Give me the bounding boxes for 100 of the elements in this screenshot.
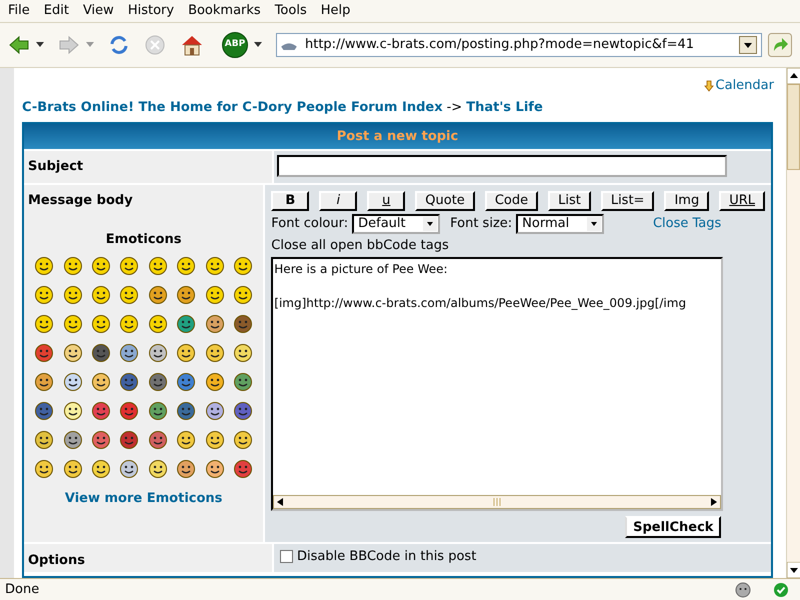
forum-index-link[interactable]: C-Brats Online! The Home for C-Dory People Forum Index: [22, 98, 443, 117]
emoticon-icon[interactable]: [119, 372, 140, 392]
subject-field[interactable]: [277, 155, 727, 177]
emoticon-icon[interactable]: [233, 458, 254, 478]
scroll-thumb[interactable]: [787, 84, 800, 170]
emoticon-icon[interactable]: [119, 430, 140, 450]
emoticon-icon[interactable]: [62, 400, 83, 420]
emoticon-icon[interactable]: [204, 372, 225, 392]
emoticon-icon[interactable]: [62, 430, 83, 450]
bbcode-button[interactable]: List: [548, 190, 591, 210]
emoticon-icon[interactable]: [91, 284, 112, 304]
emoticon-icon[interactable]: [176, 284, 196, 304]
bbcode-button[interactable]: Img: [664, 190, 710, 210]
bbcode-button[interactable]: Code: [484, 190, 538, 210]
emoticon-icon[interactable]: [91, 400, 112, 420]
emoticon-icon[interactable]: [233, 314, 254, 334]
emoticon-icon[interactable]: [176, 458, 196, 478]
emoticon-icon[interactable]: [176, 400, 196, 420]
emoticon-icon[interactable]: [34, 430, 54, 450]
emoticon-icon[interactable]: [233, 342, 254, 362]
emoticon-icon[interactable]: [62, 314, 83, 334]
menu-item[interactable]: Help: [320, 1, 350, 21]
emoticon-icon[interactable]: [119, 256, 140, 276]
bbcode-button[interactable]: List=: [600, 190, 654, 210]
left-arrow-icon[interactable]: [277, 498, 284, 506]
vertical-scrollbar[interactable]: [786, 68, 800, 578]
menu-item[interactable]: File: [8, 1, 30, 21]
bbcode-button[interactable]: i: [319, 190, 358, 210]
emoticon-icon[interactable]: [204, 314, 225, 334]
emoticon-icon[interactable]: [91, 256, 112, 276]
emoticon-icon[interactable]: [34, 400, 54, 420]
checkbox[interactable]: [280, 550, 293, 564]
caret-icon[interactable]: [254, 42, 262, 48]
emoticon-icon[interactable]: [233, 284, 254, 304]
emoticon-icon[interactable]: [91, 430, 112, 450]
menu-item[interactable]: Bookmarks: [188, 1, 261, 21]
reload-icon[interactable]: [108, 34, 130, 56]
emoticon-icon[interactable]: [62, 372, 83, 392]
emoticon-icon[interactable]: [148, 284, 168, 304]
right-arrow-icon[interactable]: [711, 498, 718, 506]
up-arrow-icon[interactable]: [787, 68, 800, 84]
menu-item[interactable]: Edit: [44, 1, 69, 21]
bbcode-button[interactable]: u: [367, 190, 406, 210]
emoticon-icon[interactable]: [233, 400, 254, 420]
emoticon-icon[interactable]: [119, 314, 140, 334]
menu-item[interactable]: View: [82, 1, 114, 21]
emoticon-icon[interactable]: [233, 372, 254, 392]
emoticon-icon[interactable]: [176, 372, 196, 392]
emoticon-icon[interactable]: [91, 314, 112, 334]
calendar-link[interactable]: Calendar: [716, 76, 774, 96]
emoticon-icon[interactable]: [34, 314, 54, 334]
emoticon-icon[interactable]: [148, 314, 168, 334]
close-tags-link[interactable]: Close Tags: [652, 214, 722, 234]
emoticon-icon[interactable]: [34, 458, 54, 478]
emoticon-icon[interactable]: [119, 342, 140, 362]
emoticon-icon[interactable]: [62, 256, 83, 276]
emoticon-icon[interactable]: [62, 342, 83, 362]
address-bar[interactable]: http://www.c-brats.com/posting.php?mode=newtopic&f=41: [276, 33, 762, 57]
emoticon-icon[interactable]: [176, 430, 196, 450]
emoticon-icon[interactable]: [62, 284, 83, 304]
down-arrow-icon[interactable]: [787, 562, 800, 578]
emoticon-icon[interactable]: [176, 256, 196, 276]
menu-item[interactable]: Tools: [274, 1, 307, 21]
bbcode-button[interactable]: Quote: [415, 190, 475, 210]
emoticon-icon[interactable]: [148, 372, 168, 392]
bbcode-button[interactable]: URL: [719, 190, 765, 210]
emoticon-icon[interactable]: [204, 342, 225, 362]
spellcheck-button[interactable]: SpellCheck: [625, 516, 722, 538]
emoticon-icon[interactable]: [34, 284, 54, 304]
emoticon-icon[interactable]: [204, 284, 225, 304]
bbcode-button[interactable]: B: [271, 190, 310, 210]
home-icon[interactable]: [180, 34, 204, 56]
emoticon-icon[interactable]: [233, 256, 254, 276]
emoticon-icon[interactable]: [204, 256, 225, 276]
emoticon-icon[interactable]: [119, 284, 140, 304]
emoticon-icon[interactable]: [119, 458, 140, 478]
menu-item[interactable]: History: [128, 1, 174, 21]
emoticon-icon[interactable]: [176, 342, 196, 362]
emoticon-icon[interactable]: [91, 458, 112, 478]
emoticon-icon[interactable]: [204, 430, 225, 450]
back-arrow-icon[interactable]: [8, 35, 30, 55]
dropdown[interactable]: Default: [352, 214, 440, 234]
emoticon-icon[interactable]: [176, 314, 196, 334]
emoticon-icon[interactable]: [62, 458, 83, 478]
caret-icon[interactable]: [36, 42, 44, 48]
emoticon-icon[interactable]: [91, 372, 112, 392]
view-more-emoticons-link[interactable]: View more Emoticons: [64, 488, 222, 508]
emoticon-icon[interactable]: [34, 342, 54, 362]
emoticon-icon[interactable]: [148, 458, 168, 478]
dropdown[interactable]: Normal: [516, 214, 604, 234]
emoticon-icon[interactable]: [148, 342, 168, 362]
adblock-button[interactable]: ABP: [222, 32, 248, 58]
horizontal-scrollbar[interactable]: [273, 495, 722, 509]
emoticon-icon[interactable]: [148, 256, 168, 276]
emoticon-icon[interactable]: [148, 400, 168, 420]
emoticon-icon[interactable]: [204, 458, 225, 478]
emoticon-icon[interactable]: [233, 430, 254, 450]
emoticon-icon[interactable]: [34, 256, 54, 276]
message-field[interactable]: Here is a picture of Pee Wee: [img]http://www.c-brats.com/albums/PeeWee/Pee_Wee_009.jpg[/img: [271, 257, 724, 511]
forum-link[interactable]: That's Life: [466, 98, 543, 117]
